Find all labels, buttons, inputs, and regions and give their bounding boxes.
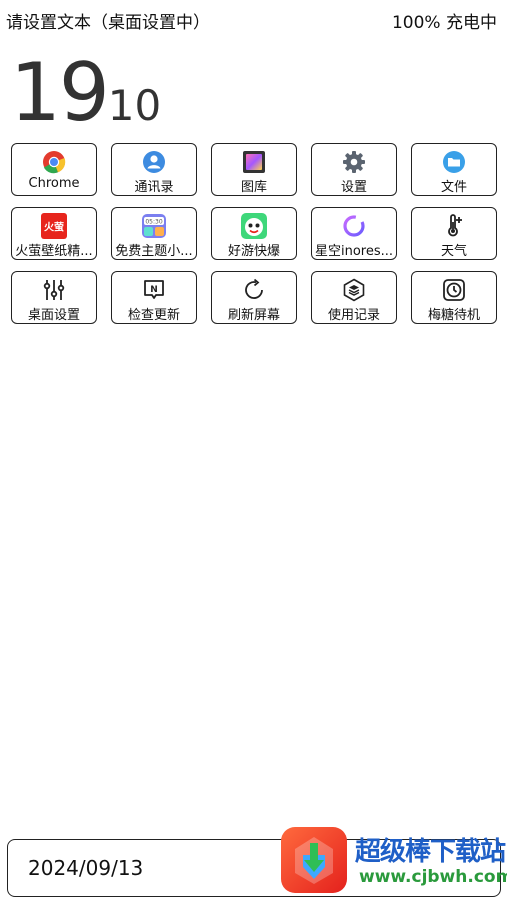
refresh-icon — [241, 277, 267, 303]
app-row: Chrome 通讯录 图库 设置 文件 — [11, 143, 497, 196]
app-label: 火萤壁纸精... — [15, 244, 93, 259]
app-label: 免费主题小... — [115, 244, 193, 259]
app-meitang-standby[interactable]: 梅糖待机 — [411, 271, 497, 324]
app-refresh-screen[interactable]: 刷新屏幕 — [211, 271, 297, 324]
app-desktop-settings[interactable]: 桌面设置 — [11, 271, 97, 324]
haoyou-kuaibao-icon — [241, 213, 267, 239]
status-custom-text[interactable]: 请设置文本（桌面设置中） — [6, 8, 210, 33]
clock-hours: 19 — [10, 46, 110, 139]
app-gallery[interactable]: 图库 — [211, 143, 297, 196]
clock-widget[interactable]: 1910 — [10, 48, 161, 138]
firefly-wallpaper-icon: 火萤 — [41, 213, 67, 239]
app-check-update[interactable]: N 检查更新 — [111, 271, 197, 324]
app-label: 文件 — [440, 180, 467, 195]
app-starry-sky[interactable]: 星空inores... — [311, 207, 397, 260]
chrome-icon — [41, 149, 67, 175]
gallery-icon — [241, 149, 267, 175]
update-check-icon: N — [141, 277, 167, 303]
app-haoyou-kuaibao[interactable]: 好游快爆 — [211, 207, 297, 260]
app-label: 桌面设置 — [27, 308, 80, 323]
app-free-theme[interactable]: 05:30 免费主题小... — [111, 207, 197, 260]
watermark: 超级棒下载站 www.cjbwh.com — [281, 825, 507, 901]
app-label: 星空inores... — [314, 244, 394, 259]
free-theme-icon: 05:30 — [141, 213, 167, 239]
app-label: 刷新屏幕 — [227, 308, 280, 323]
app-files[interactable]: 文件 — [411, 143, 497, 196]
starry-sky-icon — [341, 213, 367, 239]
app-grid: Chrome 通讯录 图库 设置 文件 火萤 火萤壁纸精... 05:30 免费… — [11, 143, 497, 335]
app-label: 通讯录 — [134, 180, 174, 195]
clock-minutes: 10 — [107, 81, 162, 130]
app-firefly-wallpaper[interactable]: 火萤 火萤壁纸精... — [11, 207, 97, 260]
app-label: 梅糖待机 — [427, 308, 480, 323]
app-contacts[interactable]: 通讯录 — [111, 143, 197, 196]
app-label: Chrome — [28, 176, 80, 191]
usage-layers-icon — [341, 277, 367, 303]
app-label: 设置 — [340, 180, 367, 195]
battery-status: 100% 充电中 — [391, 13, 497, 33]
app-label: 检查更新 — [127, 308, 180, 323]
download-logo-icon — [281, 827, 347, 893]
thermometer-icon — [441, 213, 467, 239]
watermark-site: www.cjbwh.com — [359, 867, 507, 887]
theme-icon-text: 05:30 — [145, 219, 162, 226]
folder-icon — [441, 149, 467, 175]
clock-icon — [441, 277, 467, 303]
status-bar: 请设置文本（桌面设置中） 100% 充电中 — [0, 0, 507, 36]
settings-gear-icon — [341, 149, 367, 175]
app-settings[interactable]: 设置 — [311, 143, 397, 196]
app-usage-record[interactable]: 使用记录 — [311, 271, 397, 324]
contacts-icon — [141, 149, 167, 175]
app-label: 好游快爆 — [227, 244, 280, 259]
app-label: 图库 — [240, 180, 267, 195]
app-row: 桌面设置 N 检查更新 刷新屏幕 使用记录 梅糖待机 — [11, 271, 497, 324]
sliders-icon — [41, 277, 67, 303]
app-weather[interactable]: 天气 — [411, 207, 497, 260]
app-label: 天气 — [440, 244, 467, 259]
app-row: 火萤 火萤壁纸精... 05:30 免费主题小... 好游快爆 星空inores… — [11, 207, 497, 260]
app-chrome[interactable]: Chrome — [11, 143, 97, 196]
update-icon-text: N — [150, 285, 158, 295]
app-label: 使用记录 — [327, 308, 380, 323]
watermark-brand: 超级棒下载站 — [355, 837, 506, 867]
firefly-icon-text: 火萤 — [44, 221, 64, 234]
date-text: 2024/09/13 — [28, 856, 144, 880]
